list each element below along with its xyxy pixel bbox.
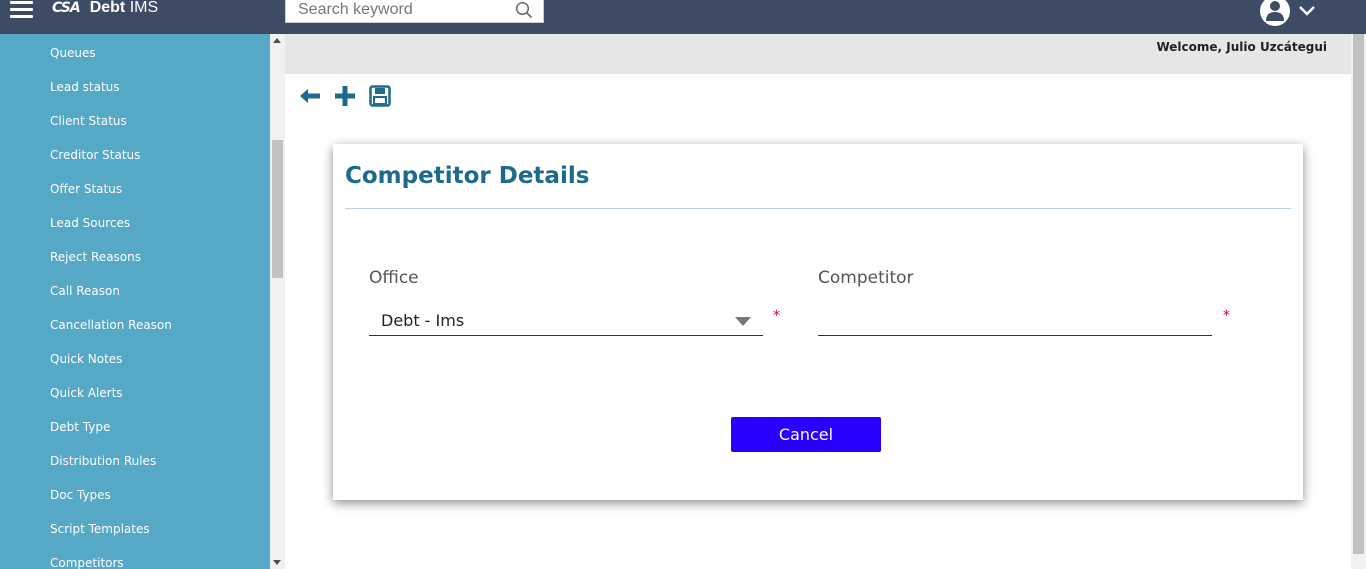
search-box xyxy=(285,0,544,23)
main-scrollbar[interactable] xyxy=(1351,34,1366,569)
back-arrow-icon[interactable] xyxy=(299,85,321,107)
office-select[interactable]: Debt - Ims xyxy=(369,306,763,336)
sidebar-item-doc-types[interactable]: Doc Types xyxy=(50,488,111,502)
scroll-down-icon[interactable] xyxy=(273,560,281,565)
sidebar-item-script-templates[interactable]: Script Templates xyxy=(50,522,150,536)
user-avatar-icon[interactable] xyxy=(1258,0,1292,28)
sidebar-item-cancellation-reason[interactable]: Cancellation Reason xyxy=(50,318,172,332)
sidebar-item-creditor-status[interactable]: Creditor Status xyxy=(50,148,140,162)
competitor-label: Competitor xyxy=(818,268,914,288)
save-icon[interactable] xyxy=(369,85,391,107)
sidebar-item-client-status[interactable]: Client Status xyxy=(50,114,127,128)
sidebar-item-quick-alerts[interactable]: Quick Alerts xyxy=(50,386,123,400)
app-name-bold: Debt xyxy=(89,0,126,16)
dropdown-arrow-icon[interactable] xyxy=(735,317,751,326)
scroll-up-icon[interactable] xyxy=(273,38,281,43)
competitor-field xyxy=(818,306,1212,336)
office-required-marker: * xyxy=(773,308,780,324)
competitor-required-marker: * xyxy=(1223,308,1230,324)
welcome-text: Welcome, Julio Uzcátegui xyxy=(1156,40,1327,54)
hamburger-menu-icon[interactable] xyxy=(10,0,33,20)
sidebar-scroll-thumb[interactable] xyxy=(272,140,283,278)
sidebar-item-quick-notes[interactable]: Quick Notes xyxy=(50,352,122,366)
sidebar-item-lead-sources[interactable]: Lead Sources xyxy=(50,216,130,230)
main-scroll-thumb[interactable] xyxy=(1353,34,1364,554)
search-icon[interactable] xyxy=(515,1,533,19)
chevron-down-icon[interactable] xyxy=(1298,2,1316,20)
welcome-bar: Welcome, Julio Uzcátegui xyxy=(285,34,1351,74)
add-icon[interactable] xyxy=(334,85,356,107)
sidebar-item-lead-status[interactable]: Lead status xyxy=(50,80,120,94)
sidebar-item-competitors[interactable]: Competitors xyxy=(50,556,124,569)
card-divider xyxy=(345,208,1291,209)
sidebar: Queues Lead status Client Status Credito… xyxy=(0,34,270,569)
sidebar-item-queues[interactable]: Queues xyxy=(50,46,96,60)
card-title: Competitor Details xyxy=(345,163,590,189)
sidebar-item-offer-status[interactable]: Offer Status xyxy=(50,182,122,196)
logo-mark: CSA xyxy=(52,0,81,16)
top-bar: CSA Debt IMS xyxy=(0,0,1366,34)
sidebar-item-reject-reasons[interactable]: Reject Reasons xyxy=(50,250,141,264)
search-input[interactable] xyxy=(298,0,508,20)
app-name: Debt IMS xyxy=(90,0,158,17)
sidebar-item-debt-type[interactable]: Debt Type xyxy=(50,420,110,434)
sidebar-item-call-reason[interactable]: Call Reason xyxy=(50,284,120,298)
office-selected-value: Debt - Ims xyxy=(381,311,465,330)
office-label: Office xyxy=(369,268,419,288)
app-name-rest: IMS xyxy=(125,0,159,16)
user-menu[interactable] xyxy=(1258,0,1320,30)
sidebar-scrollbar[interactable] xyxy=(270,34,285,569)
competitor-input[interactable] xyxy=(818,306,1212,336)
sidebar-item-distribution-rules[interactable]: Distribution Rules xyxy=(50,454,156,468)
cancel-button[interactable]: Cancel xyxy=(731,417,881,452)
app-logo: CSA Debt IMS xyxy=(52,0,158,19)
